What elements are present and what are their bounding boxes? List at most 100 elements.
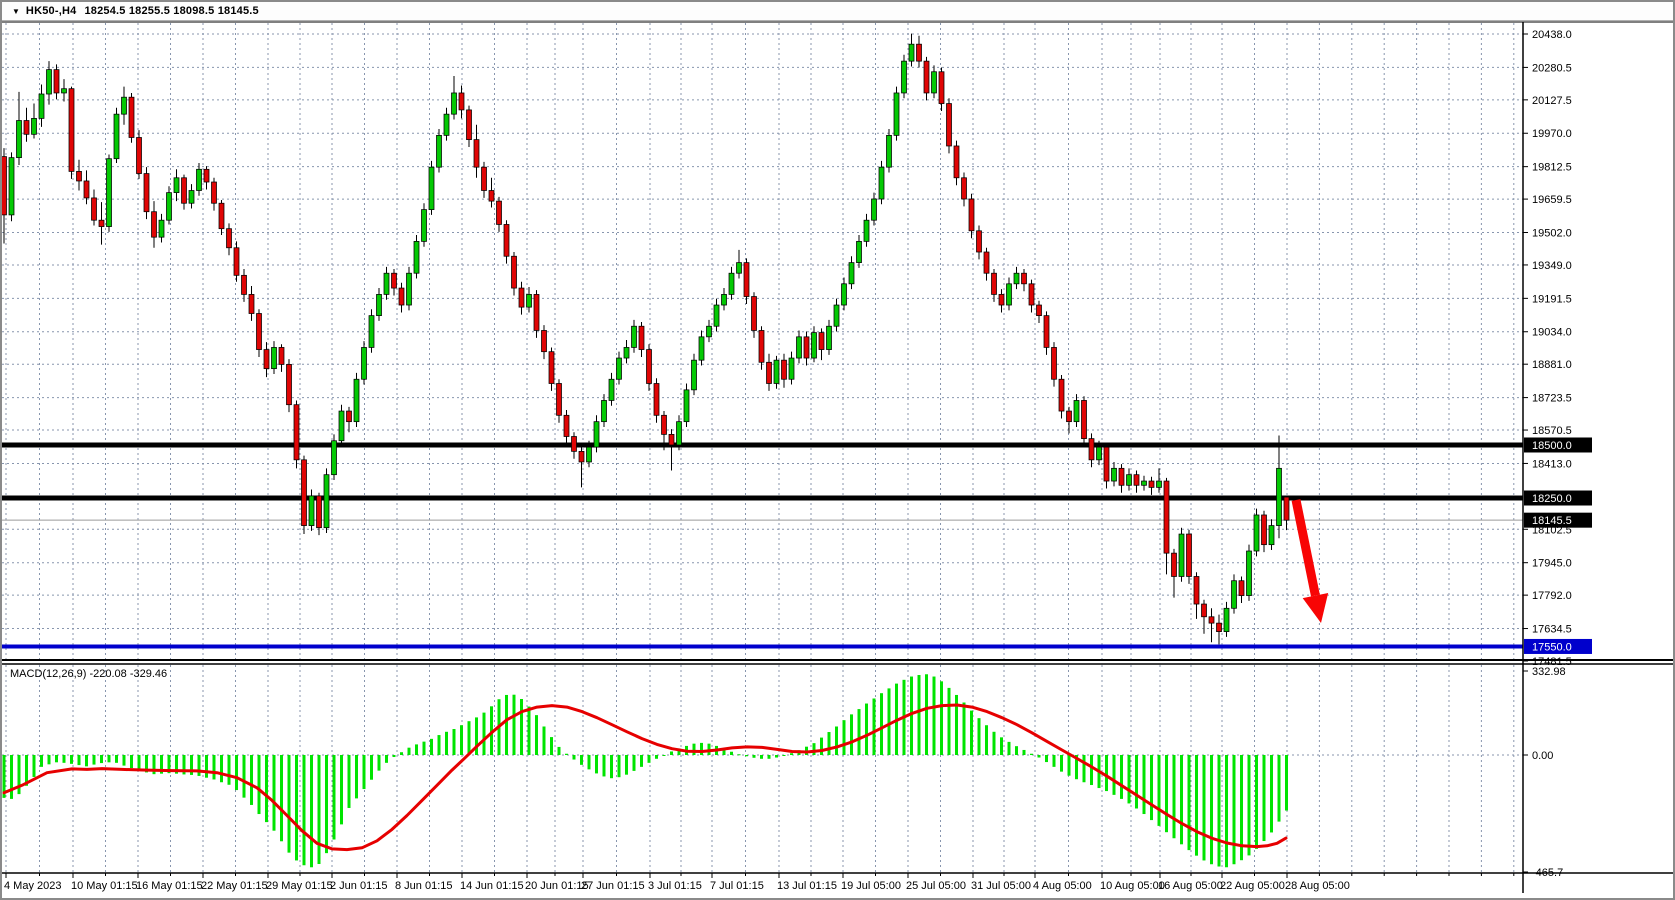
bull-candle xyxy=(1224,608,1229,631)
bear-candle xyxy=(129,97,134,137)
bear-candle xyxy=(242,275,247,294)
bull-candle xyxy=(737,263,742,274)
bear-candle xyxy=(977,231,982,252)
bull-candle xyxy=(167,193,172,221)
bear-candle xyxy=(2,157,7,215)
bear-candle xyxy=(1089,439,1094,460)
price-chart-canvas[interactable]: 20438.020280.520127.519970.019812.519659… xyxy=(2,2,1675,900)
time-tick-label: 8 Jun 01:15 xyxy=(395,880,453,892)
time-tick-label: 25 Jul 05:00 xyxy=(906,880,966,892)
bull-candle xyxy=(1157,481,1162,487)
bull-candle xyxy=(932,72,937,93)
time-tick-label: 13 Jul 01:15 xyxy=(777,880,837,892)
bear-candle xyxy=(1217,623,1222,631)
bull-candle xyxy=(864,220,869,241)
bull-candle xyxy=(422,210,427,242)
price-tick-label: 18881.0 xyxy=(1532,359,1572,371)
bear-candle xyxy=(1164,481,1169,553)
bull-candle xyxy=(887,135,892,167)
bear-candle xyxy=(489,191,494,202)
bull-candle xyxy=(39,94,44,118)
bull-candle xyxy=(527,294,532,307)
price-tick-label: 19034.0 xyxy=(1532,327,1572,339)
time-tick-label: 29 May 01:15 xyxy=(266,880,333,892)
bear-candle xyxy=(1262,515,1267,545)
time-tick-label: 4 May 2023 xyxy=(4,880,61,892)
bear-candle xyxy=(1172,553,1177,576)
bear-candle xyxy=(759,330,764,362)
price-tick-label: 19191.5 xyxy=(1532,293,1572,305)
bull-candle xyxy=(1097,447,1102,460)
bear-candle xyxy=(984,252,989,273)
bear-candle xyxy=(467,110,472,140)
bear-candle xyxy=(347,411,352,422)
bull-candle xyxy=(377,294,382,315)
macd-tick-label: -465.7 xyxy=(1532,867,1563,879)
bear-candle xyxy=(152,212,157,237)
time-tick-label: 14 Jun 01:15 xyxy=(460,880,524,892)
bull-candle xyxy=(909,44,914,61)
bull-candle xyxy=(677,422,682,445)
bull-candle xyxy=(812,333,817,358)
bear-candle xyxy=(752,297,757,331)
bull-candle xyxy=(437,135,442,167)
bull-candle xyxy=(774,360,779,383)
bear-candle xyxy=(969,199,974,231)
bear-candle xyxy=(1209,617,1214,623)
bear-candle xyxy=(917,44,922,61)
bear-candle xyxy=(1022,273,1027,284)
bull-candle xyxy=(902,61,907,93)
bull-candle xyxy=(1254,515,1259,551)
bull-candle xyxy=(1074,400,1079,421)
bear-candle xyxy=(459,93,464,110)
bull-candle xyxy=(879,167,884,199)
time-tick-label: 2 Jun 01:15 xyxy=(330,880,388,892)
bear-candle xyxy=(77,171,82,181)
bear-candle xyxy=(317,496,322,528)
bear-candle xyxy=(669,434,674,445)
bear-candle xyxy=(1187,534,1192,576)
bear-candle xyxy=(744,263,749,297)
bull-candle xyxy=(107,159,112,227)
bull-candle xyxy=(684,390,689,422)
bear-candle xyxy=(1059,379,1064,411)
candlestick-series xyxy=(2,34,1289,645)
bear-candle xyxy=(99,220,104,226)
bull-candle xyxy=(729,273,734,294)
bear-candle xyxy=(512,256,517,288)
bear-candle xyxy=(579,451,584,462)
bull-candle xyxy=(9,158,14,215)
bear-candle xyxy=(137,137,142,173)
price-tick-label: 19502.0 xyxy=(1532,227,1572,239)
bull-candle xyxy=(842,284,847,305)
bear-candle xyxy=(69,89,74,172)
bear-candle xyxy=(542,330,547,351)
bear-candle xyxy=(1067,411,1072,422)
bull-candle xyxy=(197,169,202,190)
bull-candle xyxy=(1277,468,1282,525)
bear-candle xyxy=(497,201,502,224)
bear-candle xyxy=(557,383,562,415)
bull-candle xyxy=(1142,481,1147,485)
bear-candle xyxy=(534,294,539,330)
bear-candle xyxy=(1149,481,1154,487)
bear-candle xyxy=(1134,475,1139,486)
bull-candle xyxy=(384,273,389,294)
macd-tick-label: 332.98 xyxy=(1532,666,1566,678)
bear-candle xyxy=(767,362,772,383)
bull-candle xyxy=(849,263,854,284)
down-arrow-annotation[interactable] xyxy=(1296,500,1328,623)
time-tick-label: 16 Aug 05:00 xyxy=(1158,880,1223,892)
time-tick-label: 10 Aug 05:00 xyxy=(1100,880,1165,892)
bear-candle xyxy=(182,178,187,203)
bull-candle xyxy=(414,241,419,273)
bull-candle xyxy=(114,114,119,159)
price-tick-label: 17634.5 xyxy=(1532,624,1572,636)
bull-candle xyxy=(159,220,164,237)
bear-candle xyxy=(84,181,89,198)
time-axis[interactable]: 4 May 202310 May 01:1516 May 01:1522 May… xyxy=(4,873,1514,892)
macd-axis: 332.980.00-465.7 xyxy=(1523,666,1566,879)
bear-candle xyxy=(482,167,487,190)
bear-candle xyxy=(992,273,997,294)
grid xyxy=(2,23,1523,873)
